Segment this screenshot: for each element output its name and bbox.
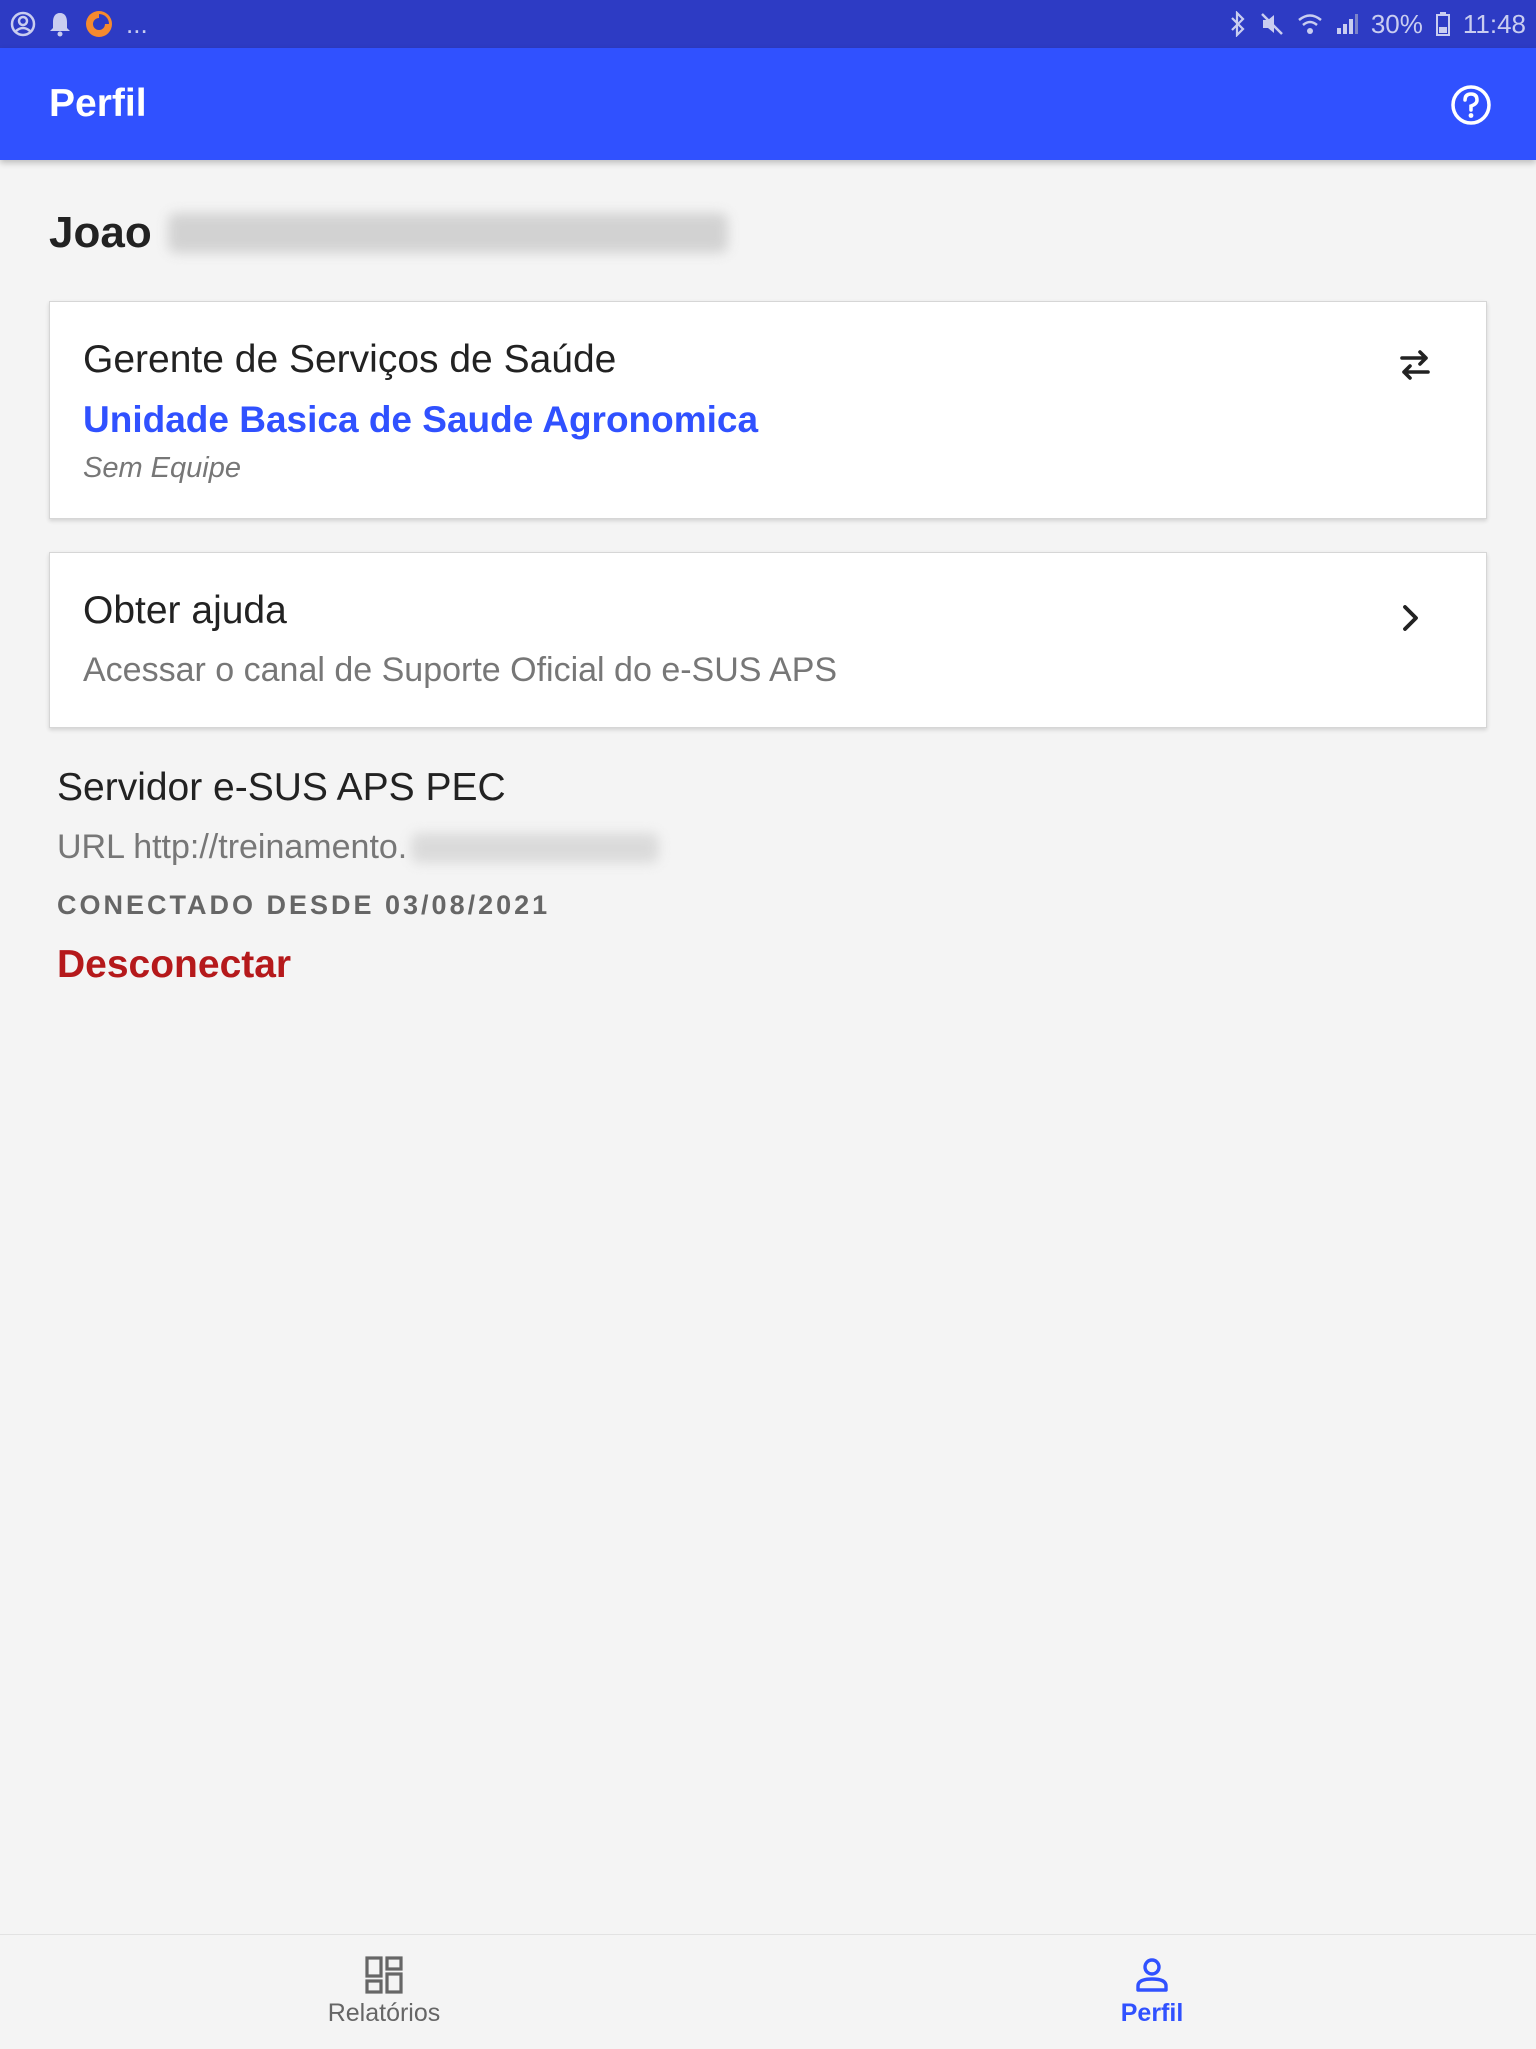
redacted-surname <box>167 213 728 253</box>
nav-label-profile: Perfil <box>1120 1999 1184 2027</box>
user-first-name: Joao <box>49 208 152 257</box>
chevron-right-icon <box>1396 599 1426 637</box>
nav-label-reports: Relatórios <box>327 1999 441 2027</box>
dashboard-icon <box>365 1956 403 1994</box>
more-notifications: ... <box>126 8 148 39</box>
account-circle-icon <box>10 11 36 37</box>
nav-item-reports[interactable]: Relatórios <box>234 1935 534 2049</box>
battery-icon <box>1435 11 1451 37</box>
nav-item-profile[interactable]: Perfil <box>1002 1935 1302 2049</box>
help-button[interactable] <box>1449 83 1493 127</box>
battery-percent: 30% <box>1370 8 1423 39</box>
status-bar: ... 30% 11:48 <box>0 0 1536 48</box>
page-title: Perfil <box>49 82 147 125</box>
signal-icon <box>1335 12 1359 36</box>
wifi-icon <box>1297 11 1323 37</box>
bell-icon <box>48 11 72 37</box>
app-bar: Perfil <box>0 48 1536 160</box>
role-card: Gerente de Serviços de Saúde Unidade Bas… <box>49 301 1487 519</box>
help-circle-icon <box>1451 85 1491 125</box>
disconnect-button[interactable]: Desconectar <box>57 943 291 987</box>
mute-icon <box>1259 11 1285 37</box>
bottom-navigation: Relatórios Perfil <box>0 1934 1536 2049</box>
connected-since: CONECTADO DESDE 03/08/2021 <box>57 890 551 920</box>
health-unit-name: Unidade Basica de Saude Agronomica <box>83 399 759 440</box>
role-title: Gerente de Serviços de Saúde <box>83 338 617 381</box>
status-bar-left: ... <box>10 9 148 40</box>
clock: 11:48 <box>1462 8 1526 39</box>
switch-role-button[interactable] <box>1394 344 1436 386</box>
team-label: Sem Equipe <box>83 452 241 484</box>
person-icon <box>1136 1958 1168 1992</box>
redacted-url <box>411 832 660 863</box>
user-name: Joao <box>49 208 728 258</box>
server-title: Servidor e-SUS APS PEC <box>57 766 506 809</box>
app-pie-icon <box>84 9 114 39</box>
get-help-title: Obter ajuda <box>83 589 287 632</box>
status-bar-right: 30% 11:48 <box>1229 9 1526 40</box>
server-url: URL http://treinamento. <box>57 828 660 867</box>
bluetooth-icon <box>1229 11 1247 37</box>
get-help-subtitle: Acessar o canal de Suporte Oficial do e-… <box>83 651 838 689</box>
swap-icon <box>1400 350 1430 380</box>
server-url-text: URL http://treinamento. <box>57 828 408 866</box>
get-help-card[interactable]: Obter ajuda Acessar o canal de Suporte O… <box>49 552 1487 728</box>
